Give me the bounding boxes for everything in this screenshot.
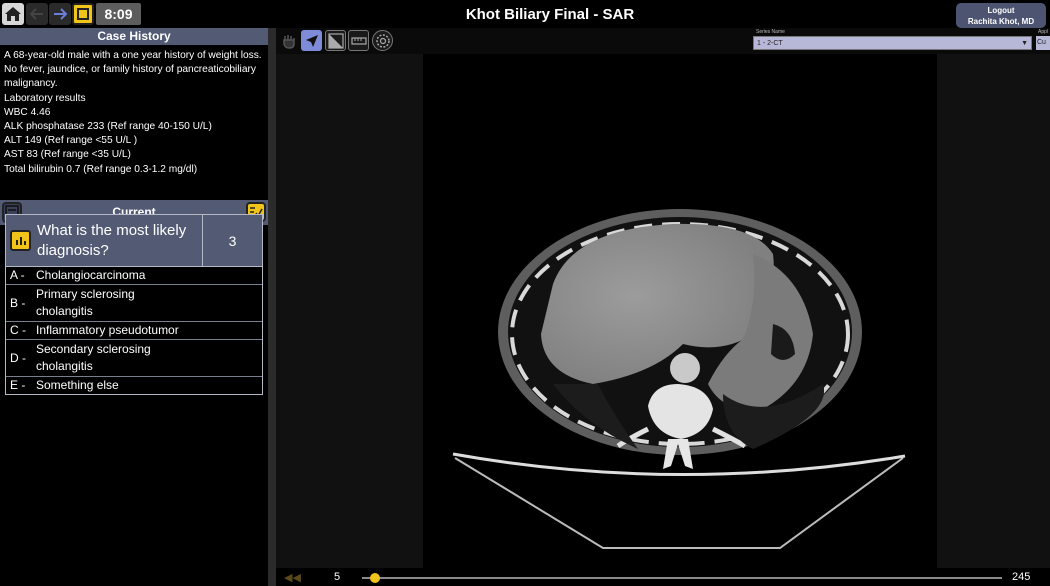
question-header: What is the most likely diagnosis? 3 <box>6 215 262 267</box>
option-text: Inflammatory pseudotumor <box>36 323 179 337</box>
apply-select[interactable]: Cu <box>1036 36 1050 50</box>
option-text: Something else <box>36 378 119 392</box>
stop-button[interactable] <box>72 3 94 25</box>
history-line: malignancy. <box>4 78 58 90</box>
question-card: What is the most likely diagnosis? 3 A -… <box>5 214 263 395</box>
chart-icon[interactable] <box>10 230 31 251</box>
rewind-icon[interactable]: ◀◀ <box>284 571 301 584</box>
answer-option-e[interactable]: E - Something else <box>6 377 262 394</box>
history-line: ALT 149 (Ref range <55 U/L ) <box>4 135 138 147</box>
settings-icon <box>375 33 390 48</box>
forward-button[interactable] <box>49 3 71 25</box>
question-text: What is the most likely diagnosis? <box>37 221 187 259</box>
slice-slider-thumb[interactable] <box>369 573 380 583</box>
series-select[interactable]: 1 - 2-CT ▼ <box>753 36 1032 50</box>
case-history-header: Case History <box>0 28 268 45</box>
option-letter: D - <box>10 350 26 365</box>
history-line: AST 83 (Ref range <35 U/L) <box>4 149 131 161</box>
home-button[interactable] <box>2 3 24 25</box>
ruler-tool[interactable] <box>348 30 369 51</box>
option-letter: E - <box>10 378 26 392</box>
option-text: Primary sclerosing cholangitis <box>36 287 135 318</box>
home-icon <box>5 7 21 21</box>
image-viewer: Series Name 1 - 2-CT ▼ Appl Cu ◀◀ 5 245 <box>276 28 1050 586</box>
history-line: ALK phosphatase 233 (Ref range 40-150 U/… <box>4 121 212 133</box>
stop-icon <box>77 8 89 20</box>
back-arrow-icon <box>29 8 43 20</box>
history-line: Total bilirubin 0.7 (Ref range 0.3-1.2 m… <box>4 163 198 175</box>
pan-tool[interactable] <box>278 30 299 51</box>
answer-option-c[interactable]: C - Inflammatory pseudotumor <box>6 322 262 340</box>
ruler-icon <box>350 36 367 45</box>
response-count: 3 <box>202 215 262 266</box>
timer: 8:09 <box>96 3 141 25</box>
user-name: Rachita Khot, MD <box>967 17 1035 26</box>
series-name-label: Series Name <box>756 29 785 35</box>
slice-slider-track[interactable] <box>362 577 1002 579</box>
case-history-text: A 68-year-old male with a one year histo… <box>0 45 268 197</box>
viewer-toolbar: Series Name 1 - 2-CT ▼ Appl Cu <box>276 28 1050 54</box>
history-line: WBC 4.46 <box>4 106 51 118</box>
panel-divider[interactable] <box>268 28 276 586</box>
answer-option-b[interactable]: B - Primary sclerosing cholangitis <box>6 285 262 322</box>
forward-arrow-icon <box>54 8 68 20</box>
apply-label: Appl <box>1038 29 1049 35</box>
option-text: Cholangiocarcinoma <box>36 268 146 282</box>
ct-image-canvas[interactable] <box>423 54 937 568</box>
ct-scan-image <box>452 209 906 549</box>
top-bar: 8:09 Khot Biliary Final - SAR Logout Rac… <box>0 0 1050 30</box>
total-slices: 245 <box>1012 571 1031 583</box>
slice-navigator: ◀◀ 5 245 <box>276 568 1050 586</box>
option-letter: A - <box>10 268 25 282</box>
option-text: Secondary sclerosing cholangitis <box>36 342 151 373</box>
left-panel: Case History A 68-year-old male with a o… <box>0 28 268 586</box>
back-button[interactable] <box>26 3 48 25</box>
option-letter: C - <box>10 323 26 337</box>
chevron-down-icon: ▼ <box>1021 40 1028 47</box>
page-title: Khot Biliary Final - SAR <box>465 6 635 23</box>
answer-option-a[interactable]: A - Cholangiocarcinoma <box>6 267 262 285</box>
series-value: 1 - 2-CT <box>757 40 783 47</box>
option-letter: B - <box>10 295 26 310</box>
logout-button[interactable]: Logout Rachita Khot, MD <box>956 3 1046 28</box>
history-line: A 68-year-old male with a one year histo… <box>4 50 262 61</box>
history-line: No fever, jaundice, or family history of… <box>4 64 256 76</box>
question-text-wrap: What is the most likely diagnosis? <box>6 215 202 266</box>
pointer-icon <box>305 34 318 47</box>
logout-label: Logout <box>987 6 1015 15</box>
settings-tool[interactable] <box>372 30 393 51</box>
current-slice: 5 <box>334 571 341 583</box>
window-level-tool[interactable] <box>325 30 346 51</box>
window-level-icon <box>327 32 344 49</box>
pointer-tool[interactable] <box>301 30 322 51</box>
answer-option-d[interactable]: D - Secondary sclerosing cholangitis <box>6 340 262 377</box>
pan-icon <box>282 34 295 49</box>
history-line: Laboratory results <box>4 92 86 104</box>
